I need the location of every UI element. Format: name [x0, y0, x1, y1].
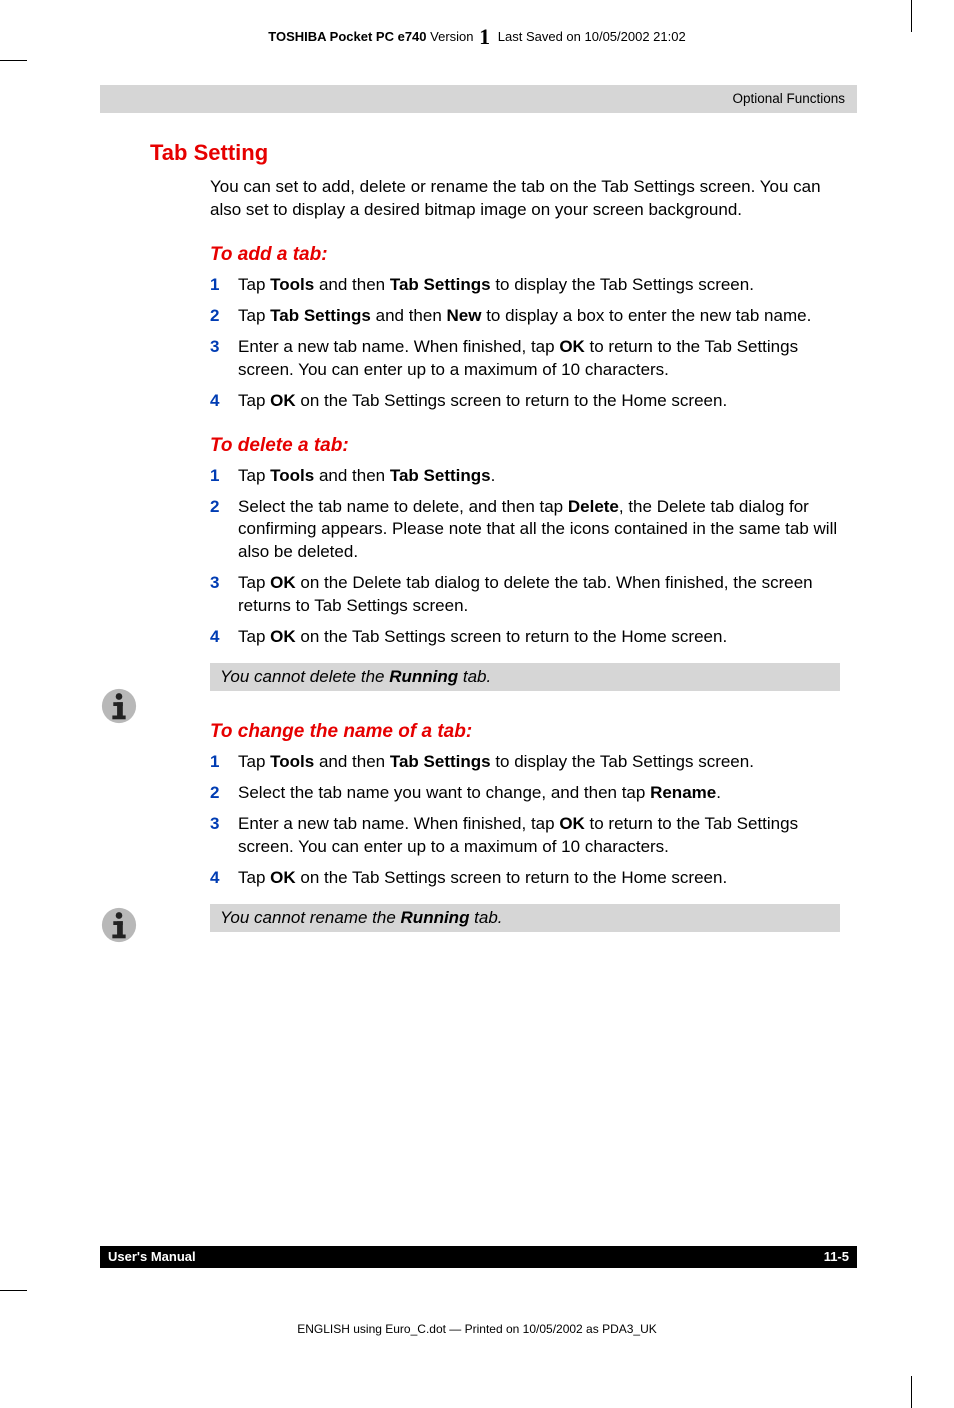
- note-box: You cannot rename the Running tab.: [210, 904, 840, 932]
- step-number: 4: [210, 390, 238, 413]
- step-text: Select the tab name to delete, and then …: [238, 496, 840, 565]
- add-tab-steps: 1 Tap Tools and then Tab Settings to dis…: [210, 274, 840, 413]
- step-text: Tap Tools and then Tab Settings.: [238, 465, 840, 488]
- crop-mark: [0, 1290, 27, 1291]
- list-item: 2 Select the tab name you want to change…: [210, 782, 840, 805]
- list-item: 4 Tap OK on the Tab Settings screen to r…: [210, 867, 840, 890]
- crop-mark: [911, 1376, 912, 1408]
- footer-right: 11-5: [824, 1249, 849, 1264]
- step-number: 3: [210, 813, 238, 859]
- step-text: Tap OK on the Delete tab dialog to delet…: [238, 572, 840, 618]
- heading-delete-tab: To delete a tab:: [210, 435, 840, 457]
- step-text: Enter a new tab name. When finished, tap…: [238, 813, 840, 859]
- list-item: 3 Enter a new tab name. When finished, t…: [210, 336, 840, 382]
- list-item: 2 Select the tab name to delete, and the…: [210, 496, 840, 565]
- footer-bar: User's Manual 11-5: [100, 1246, 857, 1268]
- list-item: 4 Tap OK on the Tab Settings screen to r…: [210, 390, 840, 413]
- step-number: 3: [210, 336, 238, 382]
- step-number: 1: [210, 751, 238, 774]
- list-item: 4 Tap OK on the Tab Settings screen to r…: [210, 626, 840, 649]
- step-number: 1: [210, 274, 238, 297]
- product-name: TOSHIBA Pocket PC e740: [268, 29, 426, 44]
- section-header-bar: Optional Functions: [100, 85, 857, 113]
- footer-left: User's Manual: [108, 1249, 196, 1264]
- step-number: 4: [210, 867, 238, 890]
- delete-tab-steps: 1 Tap Tools and then Tab Settings. 2 Sel…: [210, 465, 840, 650]
- heading-tab-setting: Tab Setting: [150, 140, 840, 166]
- list-item: 2 Tap Tab Settings and then New to displ…: [210, 305, 840, 328]
- step-text: Tap Tab Settings and then New to display…: [238, 305, 840, 328]
- list-item: 3 Tap OK on the Delete tab dialog to del…: [210, 572, 840, 618]
- note-box: You cannot delete the Running tab.: [210, 663, 840, 691]
- intro-paragraph: You can set to add, delete or rename the…: [210, 176, 840, 222]
- step-text: Enter a new tab name. When finished, tap…: [238, 336, 840, 382]
- section-label: Optional Functions: [732, 91, 845, 106]
- content-area: Tab Setting You can set to add, delete o…: [150, 140, 840, 932]
- list-item: 1 Tap Tools and then Tab Settings to dis…: [210, 751, 840, 774]
- step-text: Tap OK on the Tab Settings screen to ret…: [238, 390, 840, 413]
- print-info: ENGLISH using Euro_C.dot — Printed on 10…: [0, 1322, 954, 1336]
- step-number: 2: [210, 782, 238, 805]
- note-rename: You cannot rename the Running tab.: [210, 904, 840, 932]
- list-item: 3 Enter a new tab name. When finished, t…: [210, 813, 840, 859]
- crop-mark: [0, 60, 27, 61]
- list-item: 1 Tap Tools and then Tab Settings to dis…: [210, 274, 840, 297]
- step-text: Tap Tools and then Tab Settings to displ…: [238, 751, 840, 774]
- note-delete: You cannot delete the Running tab.: [210, 663, 840, 691]
- list-item: 1 Tap Tools and then Tab Settings.: [210, 465, 840, 488]
- info-icon: [100, 906, 138, 944]
- version-label: Version: [430, 29, 473, 44]
- step-number: 3: [210, 572, 238, 618]
- step-number: 2: [210, 305, 238, 328]
- step-number: 2: [210, 496, 238, 565]
- page-header: TOSHIBA Pocket PC e740 Version 1 Last Sa…: [0, 24, 954, 50]
- step-text: Select the tab name you want to change, …: [238, 782, 840, 805]
- rename-tab-steps: 1 Tap Tools and then Tab Settings to dis…: [210, 751, 840, 890]
- last-saved: Last Saved on 10/05/2002 21:02: [498, 29, 686, 44]
- step-text: Tap OK on the Tab Settings screen to ret…: [238, 626, 840, 649]
- document-page: TOSHIBA Pocket PC e740 Version 1 Last Sa…: [0, 0, 954, 1408]
- step-number: 4: [210, 626, 238, 649]
- heading-add-tab: To add a tab:: [210, 244, 840, 266]
- step-text: Tap OK on the Tab Settings screen to ret…: [238, 867, 840, 890]
- step-text: Tap Tools and then Tab Settings to displ…: [238, 274, 840, 297]
- version-number: 1: [479, 24, 490, 49]
- info-icon: [100, 687, 138, 725]
- step-number: 1: [210, 465, 238, 488]
- heading-rename-tab: To change the name of a tab:: [210, 721, 840, 743]
